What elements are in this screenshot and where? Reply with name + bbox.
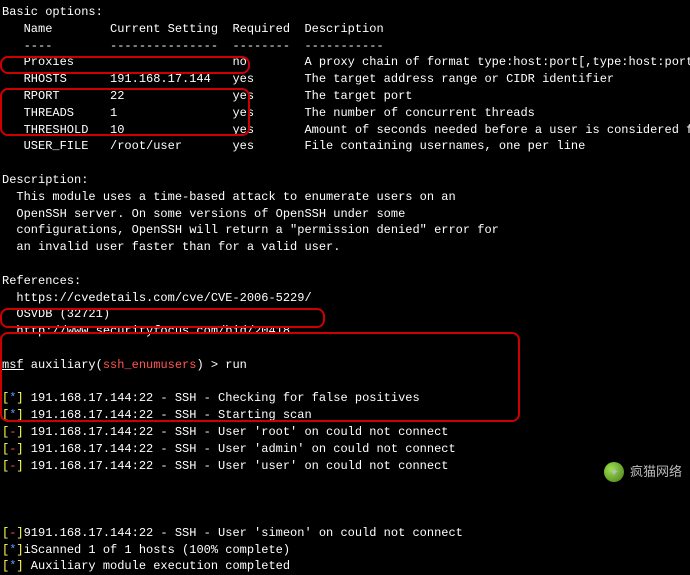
section-title-references: References:: [2, 273, 688, 290]
description-line: configurations, OpenSSH will return a "p…: [2, 222, 688, 239]
description-line: an invalid user faster than for a valid …: [2, 239, 688, 256]
blank: [2, 508, 688, 525]
blank: [2, 256, 688, 273]
blank: [2, 155, 688, 172]
output-line: [-] 191.168.17.144:22 - SSH - User 'admi…: [2, 441, 688, 458]
output-line: [*] Auxiliary module execution completed: [2, 558, 688, 575]
output-line: [-] 191.168.17.144:22 - SSH - User 'user…: [2, 458, 688, 475]
option-row: THREADS 1 yes The number of concurrent t…: [2, 105, 688, 122]
reference-line: http://www.securityfocus.com/bid/20418: [2, 323, 688, 340]
wechat-icon: ✦: [604, 462, 624, 482]
option-row: RHOSTS 191.168.17.144 yes The target add…: [2, 71, 688, 88]
msf-prompt[interactable]: msf auxiliary(ssh_enumusers) > run: [2, 357, 688, 374]
output-line: [*] 191.168.17.144:22 - SSH - Checking f…: [2, 390, 688, 407]
description-line: This module uses a time-based attack to …: [2, 189, 688, 206]
description-line: OpenSSH server. On some versions of Open…: [2, 206, 688, 223]
run-tail: [-]9191.168.17.144:22 - SSH - User 'sime…: [2, 525, 688, 575]
output-line: [*] 191.168.17.144:22 - SSH - Starting s…: [2, 407, 688, 424]
option-row: USER_FILE /root/user yes File containing…: [2, 138, 688, 155]
watermark: ✦ 疯猫网络: [604, 462, 682, 482]
watermark-text: 疯猫网络: [630, 463, 682, 481]
option-row: Proxies no A proxy chain of format type:…: [2, 54, 688, 71]
prompt-module: ssh_enumusers: [103, 358, 197, 372]
description-body: This module uses a time-based attack to …: [2, 189, 688, 256]
option-row: RPORT 22 yes The target port: [2, 88, 688, 105]
prompt-command: run: [218, 358, 247, 372]
prompt-aux: auxiliary(: [24, 358, 103, 372]
options-columns-rule: ---- --------------- -------- ----------…: [2, 38, 688, 55]
prompt-gt: >: [211, 358, 218, 372]
output-line: [-]9191.168.17.144:22 - SSH - User 'sime…: [2, 525, 688, 542]
blank: [2, 374, 688, 391]
prompt-msf: msf: [2, 358, 24, 372]
output-line: [*]iScanned 1 of 1 hosts (100% complete): [2, 542, 688, 559]
output-line: [-] 191.168.17.144:22 - SSH - User 'root…: [2, 424, 688, 441]
run-output: [*] 191.168.17.144:22 - SSH - Checking f…: [2, 390, 688, 474]
blank: [2, 474, 688, 491]
blank: [2, 491, 688, 508]
section-title-description: Description:: [2, 172, 688, 189]
option-row: THRESHOLD 10 yes Amount of seconds neede…: [2, 122, 688, 139]
options-columns-header: Name Current Setting Required Descriptio…: [2, 21, 688, 38]
blank: [2, 340, 688, 357]
prompt-close: ): [196, 358, 210, 372]
references-body: https://cvedetails.com/cve/CVE-2006-5229…: [2, 290, 688, 340]
reference-line: OSVDB (32721): [2, 306, 688, 323]
section-title-basic-options: Basic options:: [2, 4, 688, 21]
reference-line: https://cvedetails.com/cve/CVE-2006-5229…: [2, 290, 688, 307]
options-table: Proxies no A proxy chain of format type:…: [2, 54, 688, 155]
